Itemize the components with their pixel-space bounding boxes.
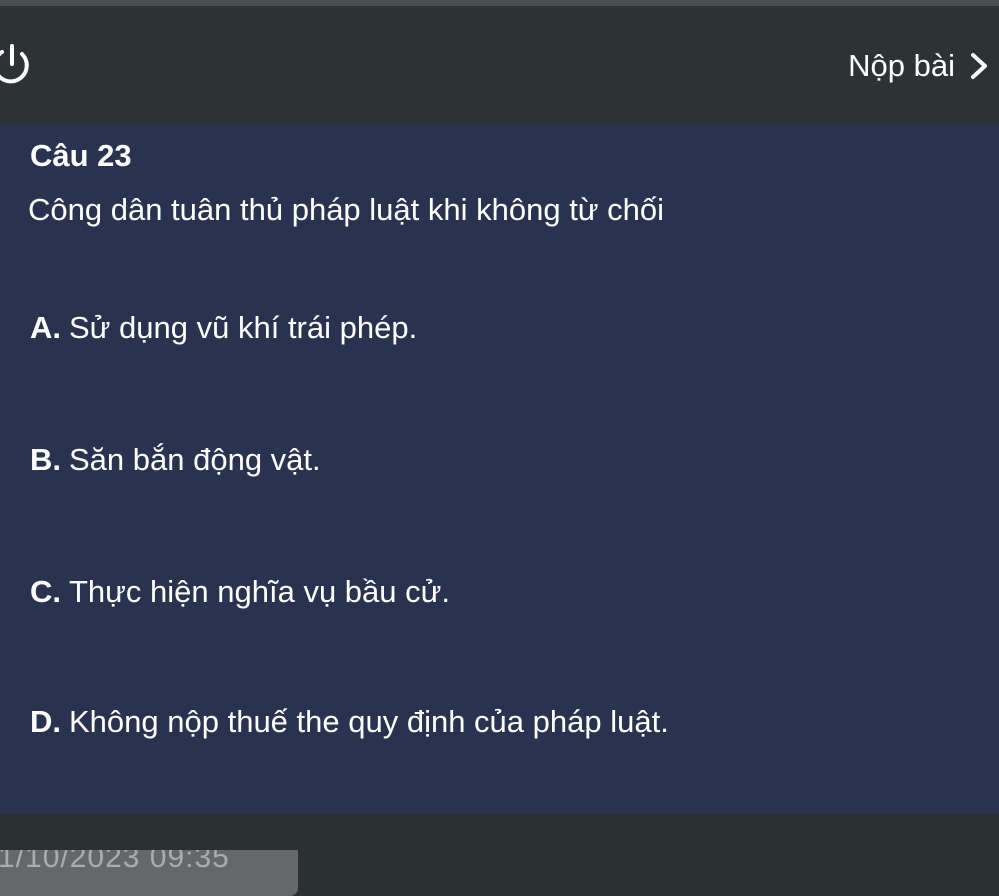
option-text: Sử dụng vũ khí trái phép. [69, 310, 418, 345]
submit-button[interactable]: Nộp bài [848, 44, 991, 88]
option-text: Săn bắn động vật. [69, 442, 321, 477]
top-toolbar: Nộp bài [0, 6, 999, 124]
question-panel: Câu 23 Công dân tuân thủ pháp luật khi k… [0, 124, 999, 896]
option-letter: B. [30, 442, 61, 477]
option-letter: A. [30, 310, 61, 345]
power-icon [0, 44, 29, 84]
question-number: Câu 23 [30, 138, 132, 173]
submit-label: Nộp bài [848, 48, 955, 83]
option-letter: D. [30, 704, 61, 739]
chevron-right-icon [967, 51, 991, 81]
option-letter: C. [30, 574, 61, 609]
bottom-bar [0, 814, 999, 850]
option-a[interactable]: A. Sử dụng vũ khí trái phép. [30, 310, 417, 346]
option-text: Không nộp thuế the quy định của pháp luậ… [69, 704, 669, 739]
option-text: Thực hiện nghĩa vụ bầu cử. [69, 574, 451, 609]
option-b[interactable]: B. Săn bắn động vật. [30, 442, 321, 478]
option-d[interactable]: D. Không nộp thuế the quy định của pháp l… [30, 704, 669, 740]
question-text: Công dân tuân thủ pháp luật khi không từ… [28, 192, 665, 227]
power-button[interactable] [0, 42, 44, 86]
option-c[interactable]: C. Thực hiện nghĩa vụ bầu cử. [30, 574, 450, 610]
